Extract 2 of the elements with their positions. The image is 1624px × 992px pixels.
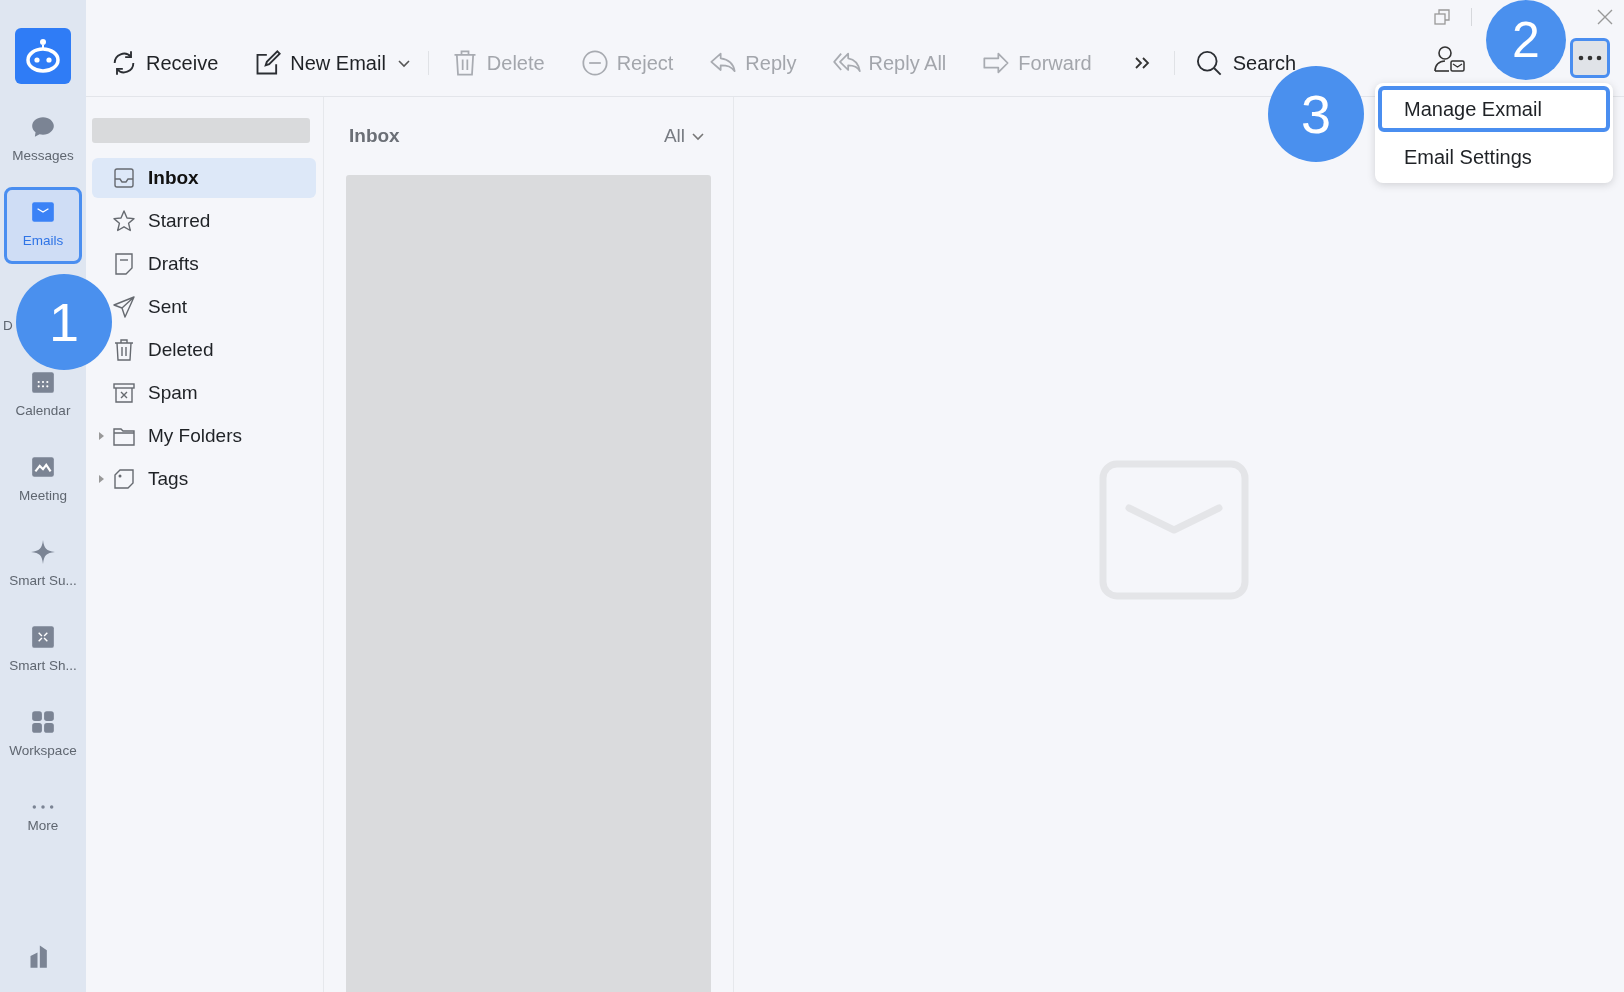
- list-title: Inbox: [349, 123, 400, 148]
- step-number-tooltip: 2: [1486, 0, 1566, 80]
